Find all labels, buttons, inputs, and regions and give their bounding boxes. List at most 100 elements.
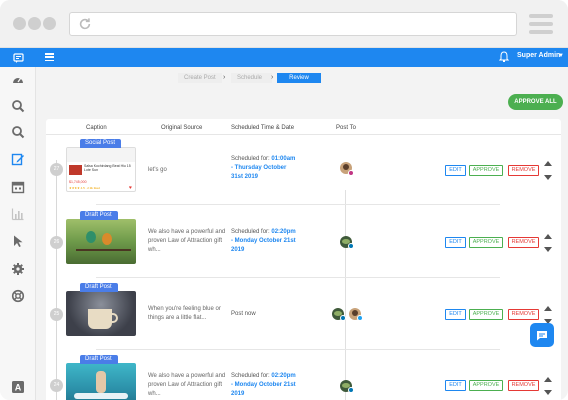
calendar-icon[interactable] xyxy=(11,180,25,194)
twitter-icon xyxy=(357,315,363,321)
scheduled-time: Scheduled for: 01:00am - Thursday Octobe… xyxy=(231,155,321,182)
scheduled-label: Scheduled for: xyxy=(231,156,270,162)
post-thumbnail[interactable] xyxy=(66,291,136,336)
user-menu[interactable]: Super Admin xyxy=(517,52,560,59)
scheduled-clock: 02:20pm xyxy=(271,229,296,235)
step-label: Create Post xyxy=(178,73,222,83)
thumbnail-header xyxy=(67,148,135,162)
scheduled-clock: 02:20pm xyxy=(271,373,296,379)
search-icon[interactable] xyxy=(11,99,25,113)
approve-all-button[interactable]: APPROVE ALL xyxy=(508,94,563,110)
scheduled-time: Scheduled for: 02:20pm - Monday October … xyxy=(231,228,321,255)
row-number: 24 xyxy=(50,379,63,392)
column-header: Original Source xyxy=(161,125,203,131)
edit-button[interactable]: EDIT xyxy=(445,165,466,176)
column-header: Post To xyxy=(336,125,356,131)
column-header: Scheduled Time & Date xyxy=(231,125,295,131)
move-down-icon[interactable] xyxy=(544,390,552,395)
reload-icon[interactable] xyxy=(78,17,92,31)
app-window: Super Admin ▼ A Create Post › Schedule ›… xyxy=(0,0,568,400)
approve-button[interactable]: APPROVE xyxy=(469,380,503,391)
row-divider xyxy=(96,349,500,350)
settings-icon[interactable] xyxy=(11,262,25,276)
bell-icon[interactable] xyxy=(499,51,509,63)
window-dot-icon xyxy=(28,17,41,30)
remove-button[interactable]: REMOVE xyxy=(508,237,539,248)
original-source: We also have a powerful and proven Law o… xyxy=(148,373,226,397)
linkedin-icon xyxy=(348,387,354,393)
approve-button[interactable]: APPROVE xyxy=(469,165,503,176)
support-icon[interactable] xyxy=(11,289,25,303)
remove-button[interactable]: REMOVE xyxy=(508,309,539,320)
approve-button[interactable]: APPROVE xyxy=(469,237,503,248)
scheduled-date: - Thursday October 31st 2019 xyxy=(231,165,287,180)
thumbnail-title: Salsa Kochirdang Beat Hiu 15 Lote Sun xyxy=(84,164,131,172)
thumbnail-logo xyxy=(69,165,82,175)
linkedin-icon xyxy=(348,243,354,249)
browser-chrome xyxy=(0,0,568,48)
row-divider xyxy=(96,277,500,278)
original-source: We also have a powerful and proven Law o… xyxy=(148,229,226,253)
instagram-icon xyxy=(348,170,354,176)
thumbnail-rating: ★★★★ 4.5 . 2.9k liked xyxy=(69,186,100,190)
original-source: When you're feeling blue or things are a… xyxy=(148,306,221,321)
svg-text:A: A xyxy=(15,383,22,393)
post-thumbnail[interactable]: Salsa Kochirdang Beat Hiu 15 Lote Sun $1… xyxy=(66,147,136,192)
post-thumbnail[interactable] xyxy=(66,219,136,264)
post-type-badge: Draft Post xyxy=(80,211,118,220)
move-up-icon[interactable] xyxy=(544,377,552,382)
scheduled-label: Scheduled for: xyxy=(231,229,270,235)
row-divider xyxy=(96,204,500,205)
edit-button[interactable]: EDIT xyxy=(445,380,466,391)
move-up-icon[interactable] xyxy=(544,306,552,311)
scheduled-time: Post now xyxy=(231,310,321,319)
heart-icon: ♥ xyxy=(129,185,132,191)
address-bar[interactable] xyxy=(69,12,517,36)
remove-button[interactable]: REMOVE xyxy=(508,380,539,391)
chevron-right-icon: › xyxy=(223,74,226,81)
search-icon[interactable] xyxy=(11,125,25,139)
scheduled-label: Post now xyxy=(231,311,256,317)
step-label: Schedule xyxy=(231,73,272,83)
chat-button[interactable] xyxy=(530,323,554,347)
scheduled-clock: 01:00am xyxy=(271,156,296,162)
dashboard-icon[interactable] xyxy=(11,73,25,87)
approve-button[interactable]: APPROVE xyxy=(469,309,503,320)
post-type-badge: Draft Post xyxy=(80,355,118,364)
divider xyxy=(345,190,346,400)
edit-icon[interactable] xyxy=(11,152,25,166)
window-dot-icon xyxy=(13,17,26,30)
linkedin-icon xyxy=(340,315,346,321)
app-logo-icon[interactable] xyxy=(0,48,36,67)
column-header: Caption xyxy=(86,125,107,131)
thumbnail-price: $1,745,000 xyxy=(69,180,87,184)
move-up-icon[interactable] xyxy=(544,161,552,166)
divider xyxy=(46,134,561,135)
chart-icon[interactable] xyxy=(11,207,25,221)
chat-icon xyxy=(537,330,547,340)
remove-button[interactable]: REMOVE xyxy=(508,165,539,176)
scheduled-date: - Monday October 21st 2019 xyxy=(231,382,296,397)
original-source: let's go xyxy=(148,167,167,173)
row-number: 25 xyxy=(50,308,63,321)
font-icon[interactable]: A xyxy=(11,380,25,394)
move-up-icon[interactable] xyxy=(544,234,552,239)
browser-menu-icon[interactable] xyxy=(529,14,553,34)
sidebar: A xyxy=(0,67,36,400)
edit-button[interactable]: EDIT xyxy=(445,309,466,320)
post-type-badge: Social Post xyxy=(80,139,121,148)
window-dot-icon xyxy=(43,17,56,30)
hamburger-icon[interactable] xyxy=(45,53,54,62)
move-down-icon[interactable] xyxy=(544,247,552,252)
cursor-icon[interactable] xyxy=(11,234,25,248)
app-topbar: Super Admin ▼ xyxy=(0,48,568,67)
timeline-line xyxy=(56,160,57,400)
chevron-right-icon: › xyxy=(271,74,274,81)
edit-button[interactable]: EDIT xyxy=(445,237,466,248)
step-label: Review xyxy=(277,73,321,83)
scheduled-label: Scheduled for: xyxy=(231,373,270,379)
post-thumbnail[interactable] xyxy=(66,363,136,400)
move-down-icon[interactable] xyxy=(544,175,552,180)
row-number: 26 xyxy=(50,236,63,249)
chevron-down-icon[interactable]: ▼ xyxy=(558,53,564,59)
